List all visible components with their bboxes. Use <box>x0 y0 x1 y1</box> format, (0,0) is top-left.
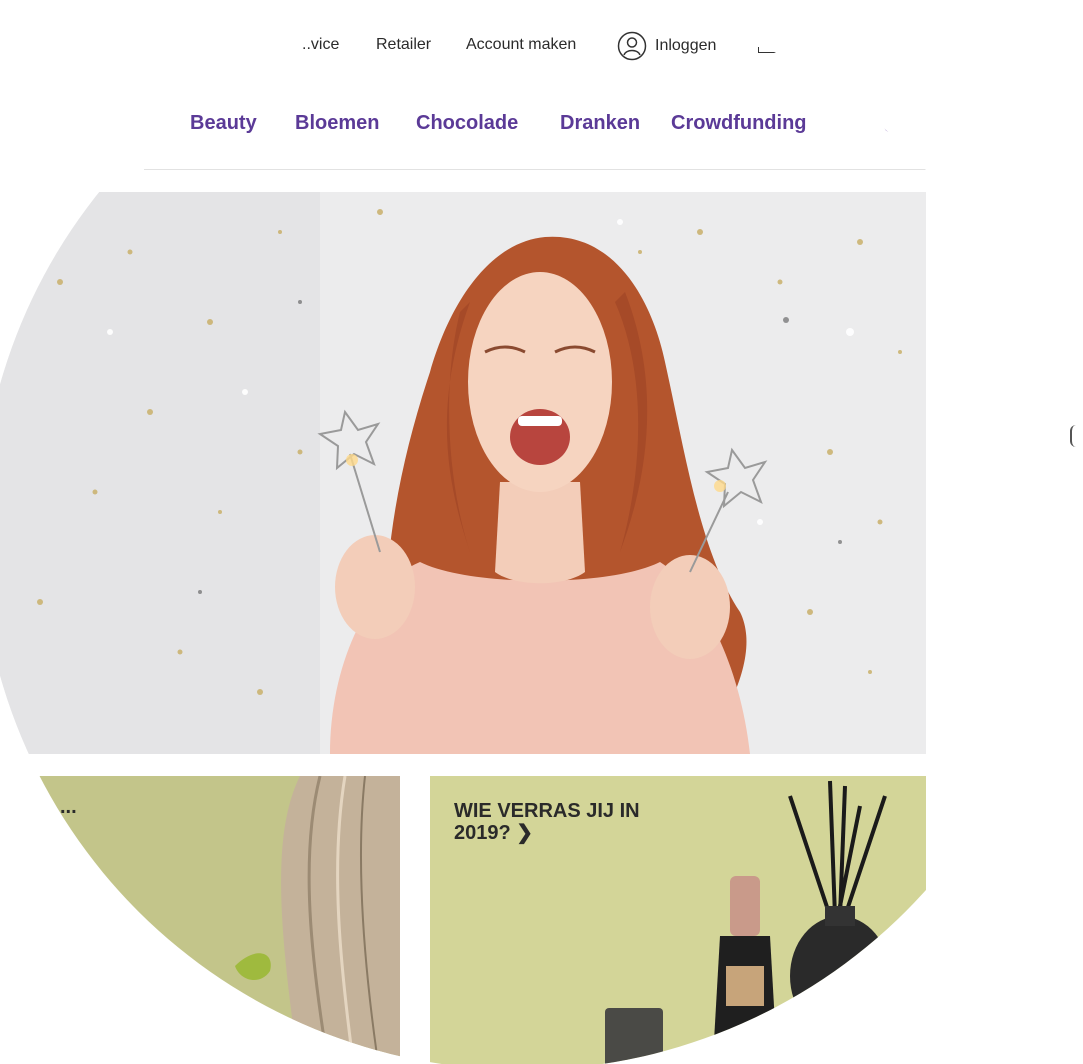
login-link[interactable]: Inloggen <box>617 31 716 61</box>
hero-banner[interactable] <box>0 192 926 754</box>
edge-fragment <box>1070 425 1076 447</box>
service-link[interactable]: ..vice <box>302 36 339 54</box>
login-label: Inloggen <box>655 37 717 54</box>
search-icon[interactable] <box>884 120 896 132</box>
cart-icon[interactable] <box>758 47 778 53</box>
promo-tile-right[interactable]: WIE VERRAS JIJ IN 2019? ❯ <box>430 776 926 1064</box>
nav-item-chocolade[interactable]: Chocolade <box>416 112 518 135</box>
promo-tile-left[interactable]: ... <box>0 776 400 1064</box>
retailer-link[interactable]: Retailer <box>376 36 431 54</box>
tile-right-title: WIE VERRAS JIJ IN 2019? ❯ <box>454 800 640 844</box>
hero-photo <box>0 192 926 754</box>
main-nav: Beauty Bloemen Chocolade Dranken Crowdfu… <box>0 110 1064 140</box>
nav-item-bloemen[interactable]: Bloemen <box>295 112 379 135</box>
circular-viewport: ..vice Retailer Account maken Inloggen B… <box>0 0 1064 1064</box>
nav-divider <box>144 169 927 170</box>
tile-left-photo <box>235 776 400 1064</box>
account-maken-link[interactable]: Account maken <box>466 36 576 54</box>
user-circle-icon <box>617 31 647 61</box>
nav-item-crowdfunding[interactable]: Crowdfunding <box>671 112 807 135</box>
nav-item-dranken[interactable]: Dranken <box>560 112 640 135</box>
tile-left-title: ... <box>60 796 77 818</box>
nav-item-beauty[interactable]: Beauty <box>190 112 257 135</box>
